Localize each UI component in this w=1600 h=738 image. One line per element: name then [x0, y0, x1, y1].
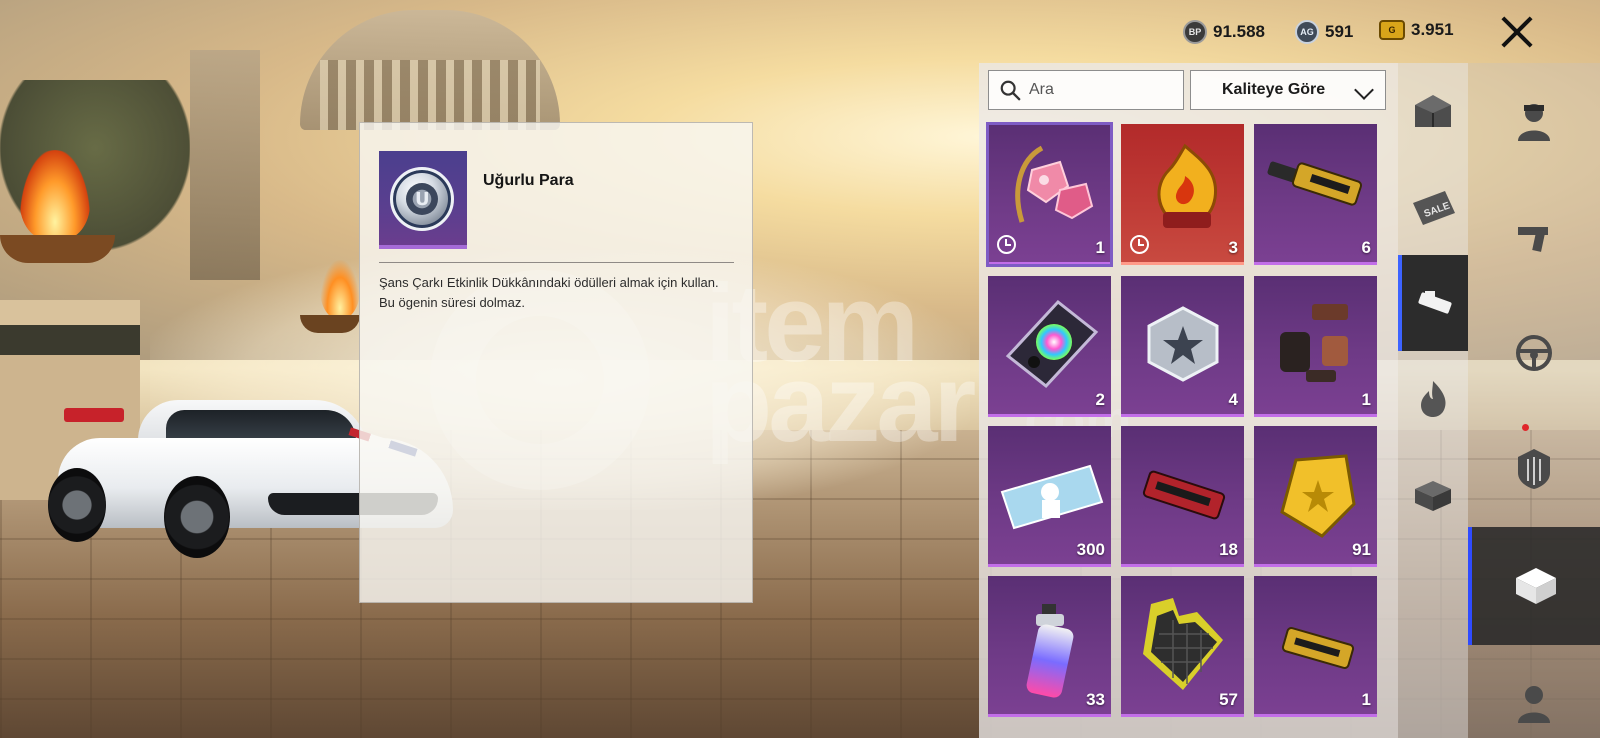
side-shield[interactable]	[1468, 411, 1600, 527]
car-wheel	[164, 476, 230, 558]
side-items[interactable]	[1468, 527, 1600, 645]
box-icon	[1415, 481, 1451, 511]
inventory-panel: Kaliteye Göre 1 3	[979, 63, 1398, 738]
item-count: 300	[1076, 540, 1105, 559]
ag-coin-icon: AG	[1295, 20, 1319, 44]
item-gold-gun-part[interactable]: 6	[1254, 124, 1377, 265]
bronze-parts-icon	[1280, 304, 1348, 382]
ag-balance: AG 591	[1295, 20, 1353, 44]
uc-coin-icon: G	[1379, 20, 1405, 40]
pink-gems-icon	[1015, 145, 1094, 223]
background-tower	[190, 50, 260, 280]
item-count: 18	[1219, 540, 1238, 559]
flame-emblem-icon	[1157, 143, 1218, 228]
item-count: 2	[1095, 390, 1105, 409]
item-count: 1	[1361, 390, 1371, 409]
divider	[379, 262, 734, 263]
item-spray-can[interactable]: 33	[988, 576, 1111, 717]
name-ticket-icon	[1000, 464, 1104, 530]
cat-sale[interactable]: SALE	[1398, 159, 1468, 255]
fire-icon	[1421, 381, 1446, 417]
fire-icon	[320, 260, 360, 320]
cat-fire[interactable]	[1398, 351, 1468, 447]
color-card-icon	[1005, 299, 1099, 389]
gold-gun-part-icon	[1281, 627, 1355, 669]
gold-gun-part-icon	[1267, 161, 1363, 206]
bp-coin-icon: BP	[1183, 20, 1207, 44]
pistol-icon	[1518, 227, 1548, 252]
red-gun-part-icon	[1142, 470, 1226, 520]
soldier-icon	[1518, 104, 1550, 141]
fire-icon	[20, 150, 90, 240]
search-input[interactable]	[1029, 77, 1179, 103]
item-count: 4	[1228, 390, 1238, 409]
side-weapon[interactable]	[1468, 179, 1600, 295]
item-gold-star-shard[interactable]: 91	[1254, 426, 1377, 567]
sort-dropdown[interactable]: Kaliteye Göre	[1190, 70, 1386, 110]
item-count: 1	[1361, 690, 1371, 709]
coin-mark: U	[415, 189, 430, 210]
grid-tile-icon	[1143, 598, 1223, 690]
bp-balance: BP 91.588	[1183, 20, 1265, 44]
item-bronze-parts[interactable]: 1	[1254, 276, 1377, 417]
item-red-gun-part[interactable]: 18	[1121, 426, 1244, 567]
uc-balance: G 3.951	[1379, 20, 1454, 40]
side-character[interactable]	[1468, 645, 1600, 738]
car-wheel	[48, 468, 106, 542]
character-icon	[1518, 686, 1550, 723]
item-count: 57	[1219, 690, 1238, 709]
background-columns	[320, 60, 540, 130]
brazier	[0, 235, 115, 263]
brazier	[300, 315, 360, 333]
side-outfit[interactable]	[1468, 63, 1600, 179]
item-detail-description: Şans Çarkı Etkinlik Dükkânındaki ödüller…	[379, 275, 719, 310]
side-tabs	[1468, 63, 1600, 738]
crates-icon	[1415, 95, 1451, 127]
clock-icon	[1130, 235, 1149, 254]
car-spoiler	[64, 408, 124, 422]
materials-icon	[1418, 291, 1452, 314]
cat-materials[interactable]	[1398, 255, 1468, 351]
cat-box[interactable]	[1398, 447, 1468, 543]
category-sidebar: SALE	[1398, 63, 1468, 738]
notification-dot	[1522, 424, 1529, 431]
gold-star-shard-icon	[1280, 454, 1356, 538]
side-vehicle[interactable]	[1468, 295, 1600, 411]
bp-amount: 91.588	[1213, 22, 1265, 41]
item-box-icon	[1516, 568, 1556, 604]
item-pink-gems[interactable]: 1	[986, 122, 1113, 267]
item-detail-thumbnail: U	[379, 151, 467, 249]
shield-icon	[1518, 449, 1550, 489]
item-star-hexagon[interactable]: 4	[1121, 276, 1244, 417]
item-count: 91	[1352, 540, 1371, 559]
search-icon	[1000, 80, 1021, 101]
sort-label: Kaliteye Göre	[1222, 81, 1326, 98]
close-icon[interactable]	[1497, 12, 1537, 52]
search-box[interactable]	[988, 70, 1184, 110]
spray-can-icon	[1026, 604, 1074, 698]
sale-tag-icon: SALE	[1413, 191, 1455, 225]
item-flame-emblem[interactable]: 3	[1121, 124, 1244, 265]
lucky-coin-icon: U	[390, 167, 454, 231]
uc-amount: 3.951	[1411, 20, 1454, 39]
item-count: 33	[1086, 690, 1105, 709]
star-hexagon-icon	[1147, 306, 1219, 382]
steering-wheel-icon	[1516, 335, 1552, 371]
item-grid-tile[interactable]: 57	[1121, 576, 1244, 717]
cat-crates[interactable]	[1398, 63, 1468, 159]
item-detail-title: Uğurlu Para	[483, 172, 574, 189]
item-count: 6	[1361, 238, 1371, 257]
item-gold-gun-part-2[interactable]: 1	[1254, 576, 1377, 717]
clock-icon	[997, 235, 1016, 254]
item-count: 3	[1228, 238, 1238, 257]
chevron-down-icon	[1354, 80, 1374, 100]
ag-amount: 591	[1325, 22, 1354, 41]
item-detail-panel: U Uğurlu Para Şans Çarkı Etkinlik Dükkân…	[359, 122, 753, 603]
item-name-ticket[interactable]: 300	[988, 426, 1111, 567]
item-count: 1	[1095, 238, 1105, 257]
item-color-card[interactable]: 2	[988, 276, 1111, 417]
